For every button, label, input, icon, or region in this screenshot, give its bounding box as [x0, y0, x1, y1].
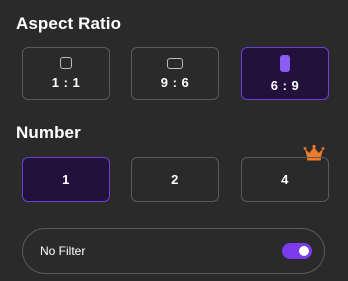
- aspect-option-label: 6 : 9: [270, 77, 300, 93]
- number-option-label: 1: [62, 172, 70, 187]
- aspect-ratio-title: Aspect Ratio: [16, 14, 122, 33]
- number-option-1[interactable]: 1: [22, 157, 110, 202]
- aspect-option-9-6[interactable]: 9 : 6: [131, 47, 219, 100]
- toggle-knob: [299, 246, 309, 256]
- aspect-option-6-9[interactable]: 6 : 9: [241, 47, 329, 100]
- aspect-option-1-1[interactable]: 1 : 1: [22, 47, 110, 100]
- aspect-option-label: 1 : 1: [51, 75, 81, 90]
- number-option-2[interactable]: 2: [131, 157, 219, 202]
- number-title: Number: [16, 123, 81, 142]
- portrait-ratio-icon: [280, 54, 290, 72]
- square-ratio-icon: [60, 57, 72, 69]
- number-option-label: 4: [281, 172, 289, 187]
- filter-row[interactable]: No Filter: [22, 228, 325, 274]
- landscape-ratio-icon: [167, 57, 183, 69]
- number-option-label: 2: [171, 172, 179, 187]
- filter-toggle[interactable]: [282, 243, 312, 259]
- aspect-ratio-options: 1 : 1 9 : 6 6 : 9: [22, 47, 330, 100]
- crown-icon: [303, 144, 325, 161]
- filter-label: No Filter: [40, 244, 86, 258]
- number-option-4[interactable]: 4: [241, 144, 329, 202]
- number-options: 1 2 4: [22, 144, 330, 202]
- aspect-option-label: 9 : 6: [160, 74, 190, 90]
